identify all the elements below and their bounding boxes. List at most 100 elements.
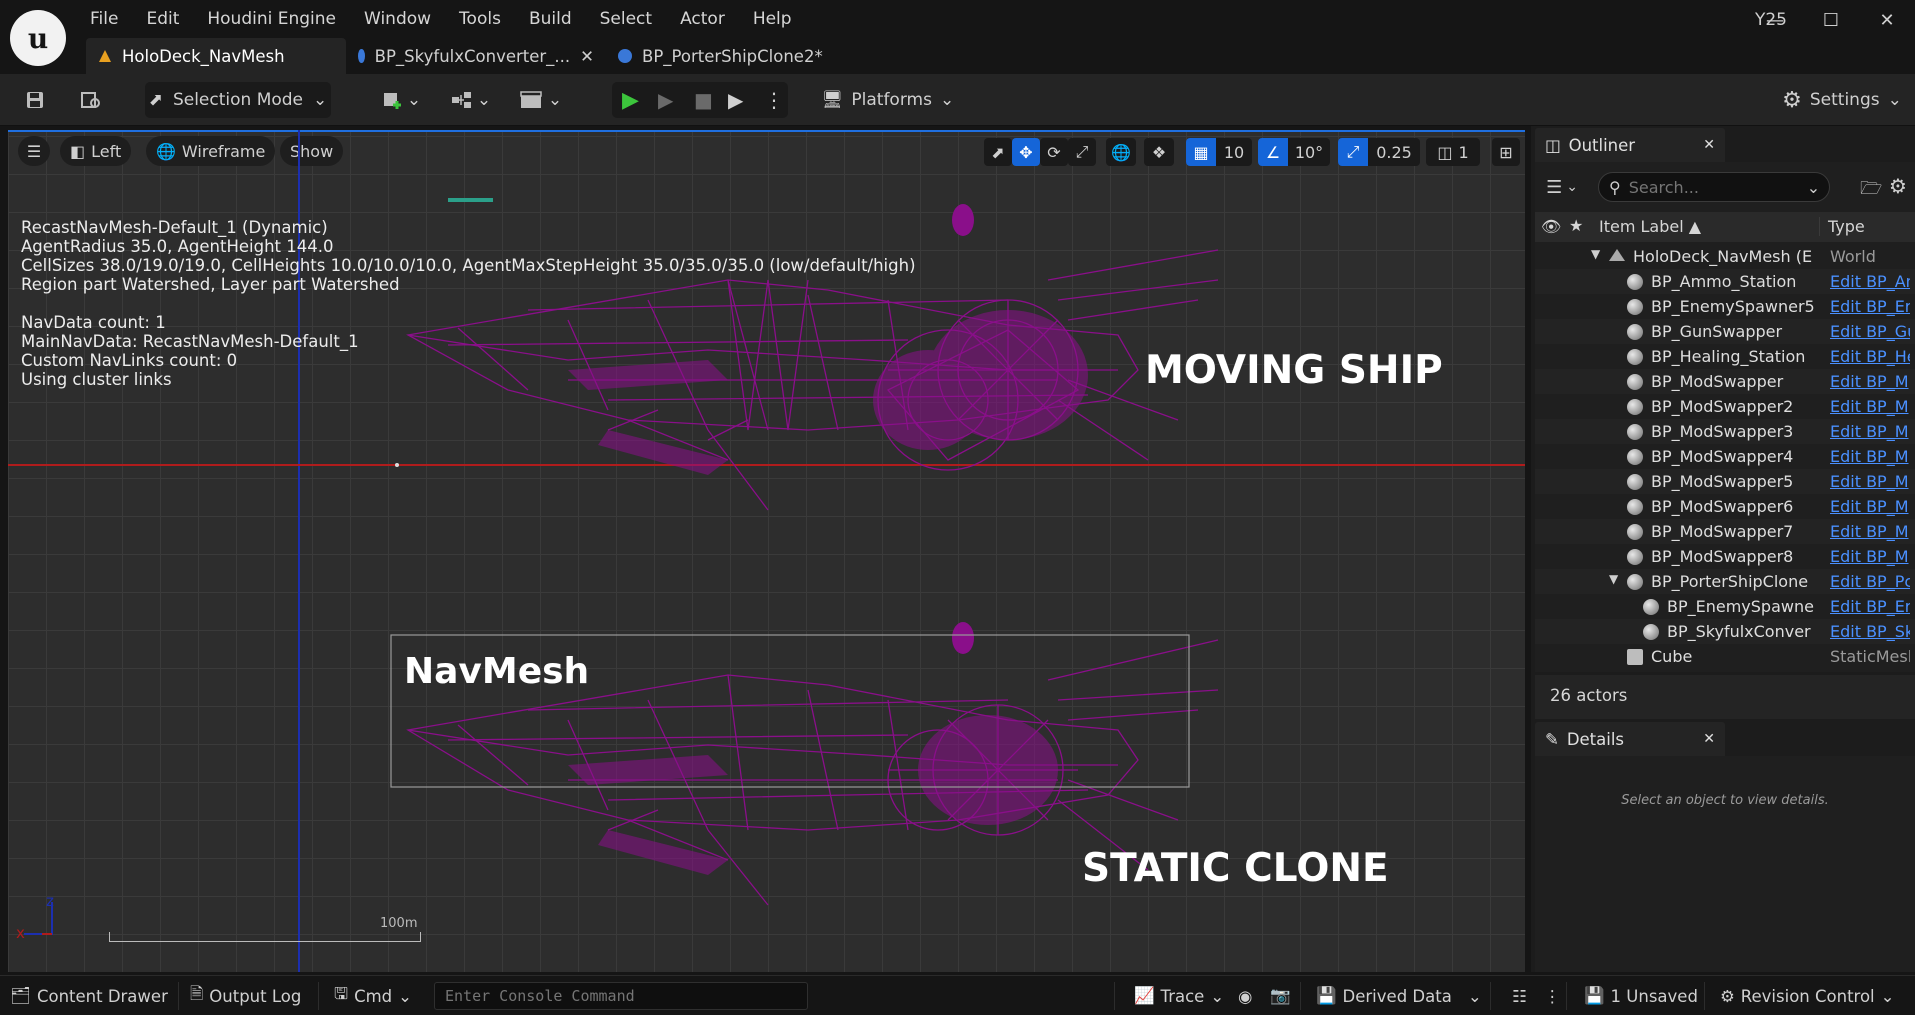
filter-button[interactable]: ☰ ⌄ [1540, 172, 1584, 202]
outliner-item-type[interactable]: Edit BP_An [1830, 272, 1910, 291]
menu-file[interactable]: File [76, 0, 132, 38]
settings-dropdown[interactable]: ⚙ Settings ⌄ [1782, 82, 1902, 118]
main-toolbar: ⬈ Selection Mode ⌄ ⌄ ⌄ ⌄ ▶ ▶ ■ ▶ ⋮ 🖥 Pla… [0, 74, 1915, 126]
outliner-item-type[interactable]: Edit BP_M [1830, 472, 1910, 491]
selection-mode-dropdown[interactable]: ⬈ Selection Mode ⌄ [145, 82, 331, 118]
search-input[interactable] [1628, 177, 1799, 197]
play-icon[interactable]: ▶ [622, 88, 639, 113]
outliner-settings-icon[interactable]: ⚙ [1889, 174, 1907, 198]
browse-icon[interactable] [76, 82, 106, 118]
menu-build[interactable]: Build [515, 0, 586, 38]
add-content-button[interactable]: ⌄ [376, 82, 426, 118]
outliner-item-type[interactable]: Edit BP_M [1830, 497, 1910, 516]
outliner-row[interactable]: Cube StaticMesl [1535, 644, 1915, 669]
outliner-row[interactable]: BP_ModSwapper2 Edit BP_M [1535, 394, 1915, 419]
outliner-item-type[interactable]: Edit BP_Gu [1830, 322, 1910, 341]
unreal-logo-icon[interactable]: u [10, 10, 66, 66]
maximize-icon[interactable]: ☐ [1803, 0, 1859, 40]
menu-edit[interactable]: Edit [132, 0, 193, 38]
outliner-item-type[interactable]: Edit BP_M [1830, 522, 1910, 541]
step-icon[interactable]: ▶ [658, 88, 677, 112]
outliner-item-type[interactable]: Edit BP_M [1830, 547, 1910, 566]
outliner-row[interactable]: BP_ModSwapper Edit BP_M [1535, 369, 1915, 394]
column-type[interactable]: Type [1819, 217, 1865, 236]
trace-dropdown[interactable]: 📈 Trace ⌄ [1134, 976, 1224, 1015]
outliner-item-type[interactable]: Edit BP_M [1830, 422, 1910, 441]
outliner-item-type[interactable]: Edit BP_M [1830, 397, 1910, 416]
record-icon[interactable]: ◉ [1238, 976, 1252, 1015]
platforms-dropdown[interactable]: 🖥 Platforms ⌄ [822, 82, 954, 118]
outliner-row[interactable]: BP_EnemySpawner5 Edit BP_Er [1535, 294, 1915, 319]
outliner-search[interactable]: ⚲ ⌄ [1598, 172, 1830, 202]
more-options-icon[interactable]: ⋮ [1544, 976, 1561, 1015]
outliner-row[interactable]: BP_Healing_Station Edit BP_He [1535, 344, 1915, 369]
output-log-button[interactable]: 🗎 Output Log [190, 976, 301, 1015]
cursor-icon: ⬈ [148, 90, 163, 110]
outliner-row[interactable]: BP_ModSwapper6 Edit BP_M [1535, 494, 1915, 519]
outliner-row[interactable]: BP_ModSwapper4 Edit BP_M [1535, 444, 1915, 469]
source-control-icon[interactable]: ☷ [1512, 976, 1527, 1015]
close-icon[interactable]: ✕ [1859, 0, 1915, 40]
close-details-icon[interactable]: ✕ [1703, 731, 1715, 747]
close-tab-icon[interactable]: ✕ [580, 47, 594, 66]
outliner-item-label: BP_ModSwapper2 [1651, 397, 1794, 416]
chevron-down-icon: ⌄ [547, 90, 563, 110]
menu-select[interactable]: Select [586, 0, 666, 38]
actor-icon [1627, 424, 1643, 440]
save-icon[interactable] [20, 82, 50, 118]
close-outliner-icon[interactable]: ✕ [1703, 137, 1715, 153]
outliner-header: ◫ Outliner ✕ [1535, 128, 1725, 162]
screenshot-icon[interactable]: 📷 [1270, 976, 1291, 1015]
actor-icon [1627, 374, 1643, 390]
menu-help[interactable]: Help [739, 0, 806, 38]
outliner-row[interactable]: BP_ModSwapper3 Edit BP_M [1535, 419, 1915, 444]
stop-icon[interactable]: ■ [694, 88, 713, 112]
menu-window[interactable]: Window [350, 0, 445, 38]
expand-arrow-icon[interactable]: ▼ [1591, 247, 1600, 261]
outliner-row[interactable]: BP_SkyfulxConver Edit BP_Sk [1535, 619, 1915, 644]
outliner-row[interactable]: BP_ModSwapper7 Edit BP_M [1535, 519, 1915, 544]
console-command-input[interactable] [434, 982, 808, 1010]
visibility-eye-icon[interactable]: 👁 [1541, 217, 1561, 236]
outliner-item-type[interactable]: Edit BP_Er [1830, 297, 1910, 316]
level-viewport[interactable]: ☰ ◧ Left 🌐 Wireframe Show ⬈ ✥ ⟳ ⤢ 🌐 ❖ ▦ 10… [8, 130, 1525, 972]
content-drawer-label: Content Drawer [36, 986, 168, 1006]
derived-data-dropdown[interactable]: 💾 Derived Data ⌄ [1316, 976, 1482, 1015]
tab-holodeck-navmesh[interactable]: HoloDeck_NavMesh [86, 38, 346, 74]
outliner-item-type[interactable]: Edit BP_Sk [1830, 622, 1910, 641]
menu-houdini-engine[interactable]: Houdini Engine [193, 0, 350, 38]
outliner-item-type[interactable]: Edit BP_M [1830, 372, 1910, 391]
menu-tools[interactable]: Tools [445, 0, 515, 38]
outliner-row[interactable]: BP_ModSwapper5 Edit BP_M [1535, 469, 1915, 494]
unsaved-button[interactable]: 💾 1 Unsaved [1584, 976, 1698, 1015]
content-drawer-button[interactable]: 🗂 Content Drawer [10, 976, 168, 1015]
outliner-row[interactable]: ▼ HoloDeck_NavMesh (E World [1535, 244, 1915, 269]
revision-control-icon: ⚙ [1720, 986, 1735, 1006]
expand-arrow-icon[interactable]: ▼ [1609, 572, 1618, 586]
cmd-dropdown[interactable]: 🖫 Cmd ⌄ [334, 976, 412, 1015]
blueprints-button[interactable]: ⌄ [446, 82, 496, 118]
outliner-item-type[interactable]: Edit BP_M [1830, 447, 1910, 466]
cinematics-button[interactable]: ⌄ [516, 82, 566, 118]
outliner-row[interactable]: BP_EnemySpawne Edit BP_Er [1535, 594, 1915, 619]
outliner-item-type[interactable]: Edit BP_He [1830, 347, 1910, 366]
actor-icon [1627, 549, 1643, 565]
outliner-row[interactable]: BP_ModSwapper8 Edit BP_M [1535, 544, 1915, 569]
chevron-down-icon[interactable]: ⌄ [1807, 178, 1820, 197]
details-empty-text: Select an object to view details. [1621, 793, 1829, 808]
tab-bp-portershipclone2[interactable]: BP_PorterShipClone2* [606, 38, 836, 74]
column-item-label[interactable]: Item Label ▲ [1599, 217, 1701, 236]
pin-star-icon[interactable]: ★ [1569, 216, 1583, 235]
more-options-icon[interactable]: ⋮ [764, 88, 784, 112]
outliner-item-type[interactable]: Edit BP_Pc [1830, 572, 1910, 591]
add-folder-icon[interactable]: 🗁 [1860, 176, 1882, 206]
outliner-row[interactable]: BP_Ammo_Station Edit BP_An [1535, 269, 1915, 294]
revision-control-dropdown[interactable]: ⚙ Revision Control ⌄ [1720, 976, 1894, 1015]
outliner-row[interactable]: BP_GunSwapper Edit BP_Gu [1535, 319, 1915, 344]
outliner-row[interactable]: ▼ BP_PorterShipClone Edit BP_Pc [1535, 569, 1915, 594]
menu-actor[interactable]: Actor [666, 0, 739, 38]
tab-bp-skyfulxconverter[interactable]: BP_SkyfulxConverter_... ✕ [346, 38, 606, 74]
outliner-item-type[interactable]: Edit BP_Er [1830, 597, 1910, 616]
eject-icon[interactable]: ▶ [728, 88, 743, 112]
minimize-icon[interactable]: — [1747, 0, 1803, 40]
